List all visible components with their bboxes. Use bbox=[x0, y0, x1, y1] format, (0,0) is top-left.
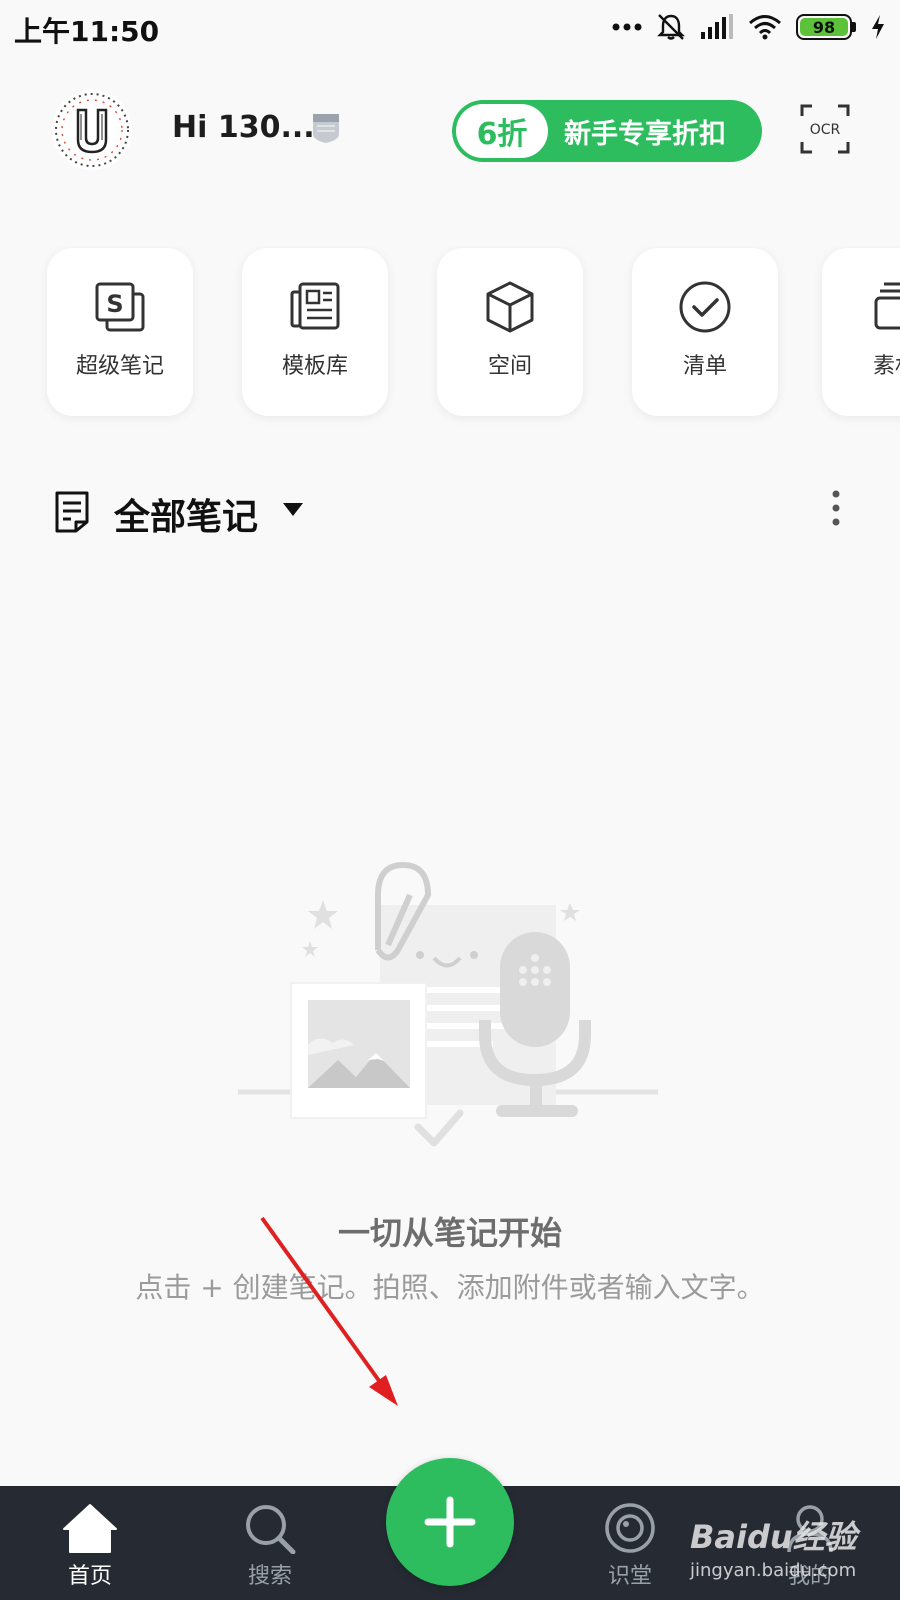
annotation-arrow-icon bbox=[260, 1216, 398, 1406]
empty-state-subtitle: 点击 + 创建笔记。拍照、添加附件或者输入文字。 bbox=[135, 1271, 765, 1304]
notebook-icon bbox=[55, 491, 89, 533]
dots-icon bbox=[612, 23, 642, 31]
nav-label: 搜索 bbox=[247, 1564, 292, 1589]
card-material[interactable]: 素材 bbox=[822, 248, 900, 416]
charging-icon bbox=[872, 15, 884, 39]
signal-icon bbox=[701, 14, 733, 39]
membership-badge-icon[interactable] bbox=[311, 112, 341, 144]
card-checklist[interactable]: 清单 bbox=[632, 248, 778, 416]
promo-text: 新手专享折扣 bbox=[564, 118, 726, 150]
user-greeting[interactable]: Hi 130... bbox=[172, 110, 315, 145]
battery-level: 98 bbox=[800, 18, 848, 37]
avatar[interactable] bbox=[50, 88, 134, 172]
mute-icon bbox=[657, 14, 685, 40]
checklist-icon bbox=[679, 281, 731, 333]
ocr-scan-icon[interactable]: OCR bbox=[800, 104, 850, 154]
chevron-down-icon[interactable] bbox=[282, 502, 304, 518]
card-label: 空间 bbox=[487, 354, 532, 379]
nav-label: 首页 bbox=[67, 1564, 112, 1589]
more-options-icon[interactable] bbox=[822, 488, 850, 528]
watermark-brand: Baidu经验 bbox=[690, 1518, 857, 1556]
super-note-icon: S bbox=[95, 282, 145, 332]
card-template[interactable]: 模板库 bbox=[242, 248, 388, 416]
school-icon bbox=[605, 1503, 655, 1553]
nav-label: 识堂 bbox=[607, 1564, 652, 1589]
search-icon bbox=[246, 1505, 296, 1554]
material-icon bbox=[874, 282, 900, 330]
card-space[interactable]: 空间 bbox=[437, 248, 583, 416]
wifi-icon bbox=[749, 15, 781, 40]
template-icon bbox=[290, 282, 340, 330]
battery-icon: 98 bbox=[796, 14, 856, 40]
watermark-url: jingyan.baidu.com bbox=[690, 1560, 857, 1581]
plus-icon bbox=[424, 1496, 476, 1548]
home-icon bbox=[63, 1504, 117, 1553]
cube-icon bbox=[486, 281, 534, 333]
empty-state-title: 一切从笔记开始 bbox=[337, 1214, 562, 1252]
nav-home[interactable]: 首页 bbox=[30, 1486, 150, 1600]
status-bar: 上午11:50 98 bbox=[0, 0, 900, 56]
promo-discount-button[interactable]: 6折 新手专享折扣 bbox=[452, 100, 762, 162]
card-super-note[interactable]: S 超级笔记 bbox=[47, 248, 193, 416]
card-label: 超级笔记 bbox=[75, 354, 164, 379]
nav-school[interactable]: 识堂 bbox=[570, 1486, 690, 1600]
promo-discount-label: 6折 bbox=[456, 104, 548, 158]
nav-search[interactable]: 搜索 bbox=[210, 1486, 330, 1600]
card-label: 模板库 bbox=[281, 354, 348, 379]
card-label: 清单 bbox=[682, 354, 727, 379]
quick-cards-row: S 超级笔记 模板库 空间 清单 素 bbox=[0, 246, 900, 426]
status-time: 上午11:50 bbox=[14, 15, 160, 48]
baidu-watermark: Baidu经验 jingyan.baidu.com bbox=[690, 1512, 857, 1581]
ocr-label: OCR bbox=[810, 122, 841, 138]
card-label: 素材 bbox=[872, 354, 900, 379]
notes-title[interactable]: 全部笔记 bbox=[114, 488, 258, 540]
empty-notes-illustration bbox=[238, 862, 658, 1147]
svg-text:S: S bbox=[106, 290, 123, 318]
status-icons: 98 bbox=[612, 12, 886, 42]
add-note-button[interactable] bbox=[386, 1458, 514, 1586]
